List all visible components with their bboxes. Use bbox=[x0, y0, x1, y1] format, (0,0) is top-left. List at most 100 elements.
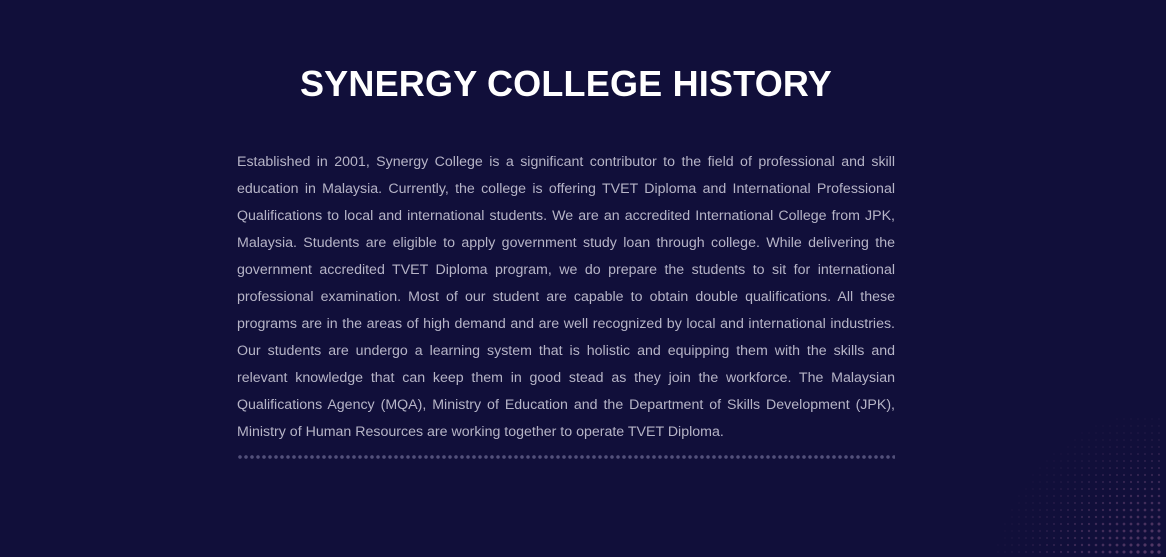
decorative-dot bbox=[1157, 466, 1161, 470]
decorative-dot bbox=[1081, 432, 1083, 434]
decorative-dot bbox=[1032, 474, 1034, 476]
decorative-dot bbox=[1136, 501, 1140, 505]
decorative-dot bbox=[1060, 453, 1062, 455]
decorative-dot bbox=[1129, 522, 1133, 526]
decorative-dot bbox=[1087, 543, 1091, 547]
decorative-dot bbox=[1143, 508, 1147, 512]
decorative-dot bbox=[1011, 530, 1013, 532]
decorative-dot bbox=[1074, 495, 1076, 497]
decorative-dot bbox=[1144, 453, 1146, 455]
decorative-dot bbox=[1150, 487, 1154, 491]
decorative-dot bbox=[1011, 509, 1013, 511]
decorative-dot bbox=[1066, 536, 1070, 540]
decorative-dot bbox=[1102, 481, 1104, 483]
history-title: SYNERGY COLLEGE HISTORY bbox=[299, 63, 833, 104]
decorative-dot bbox=[1157, 487, 1161, 491]
decorative-dot bbox=[1066, 550, 1070, 554]
decorative-dot bbox=[1011, 551, 1013, 553]
decorative-dot bbox=[1129, 480, 1133, 484]
decorative-dot bbox=[1004, 530, 1006, 532]
decorative-dot bbox=[1025, 537, 1027, 539]
decorative-dot bbox=[1059, 550, 1063, 554]
decorative-dot bbox=[1074, 474, 1076, 476]
decorative-dot bbox=[1039, 516, 1041, 518]
decorative-dot bbox=[1136, 522, 1140, 526]
decorative-dot bbox=[1053, 495, 1055, 497]
decorative-dot bbox=[1108, 529, 1112, 533]
decorative-dot bbox=[1018, 502, 1020, 504]
decorative-dot bbox=[1157, 529, 1161, 533]
decorative-dot bbox=[1157, 473, 1161, 477]
decorative-dot bbox=[1137, 453, 1139, 455]
decorative-dot bbox=[1144, 432, 1146, 434]
decorative-dot bbox=[1046, 523, 1048, 525]
decorative-dot bbox=[1122, 522, 1126, 526]
decorative-dot bbox=[1102, 446, 1104, 448]
decorative-dot bbox=[1108, 536, 1112, 540]
decorative-dot bbox=[1053, 537, 1055, 539]
decorative-dot bbox=[1018, 509, 1020, 511]
decorative-dot bbox=[1108, 543, 1112, 547]
decorative-dot bbox=[1094, 494, 1098, 498]
decorative-dot bbox=[1115, 522, 1119, 526]
decorative-dot bbox=[1059, 543, 1063, 547]
decorative-dot bbox=[1143, 529, 1147, 533]
decorative-dot bbox=[1087, 529, 1091, 533]
decorative-dot bbox=[1109, 467, 1111, 469]
decorative-dot bbox=[1108, 550, 1112, 554]
decorative-dot bbox=[1150, 529, 1154, 533]
decorative-dot bbox=[1067, 481, 1069, 483]
decorative-dot bbox=[1074, 460, 1076, 462]
decorative-dot bbox=[1137, 439, 1139, 441]
decorative-dot bbox=[1074, 439, 1076, 441]
decorative-dot bbox=[1094, 515, 1098, 519]
decorative-dot bbox=[1116, 460, 1118, 462]
decorative-dot bbox=[1087, 508, 1091, 512]
decorative-dot bbox=[1073, 543, 1077, 547]
decorative-dot bbox=[1073, 529, 1077, 533]
decorative-dot bbox=[1094, 550, 1098, 554]
decorative-dot bbox=[1130, 425, 1132, 427]
decorative-dot bbox=[1137, 446, 1139, 448]
decorative-dot bbox=[1101, 501, 1105, 505]
decorative-dot bbox=[1081, 474, 1083, 476]
decorative-dot bbox=[1060, 467, 1062, 469]
decorative-dot bbox=[1025, 495, 1027, 497]
decorative-dot bbox=[1123, 446, 1125, 448]
decorative-dot bbox=[1144, 446, 1146, 448]
decorative-dot bbox=[1095, 432, 1097, 434]
decorative-dot bbox=[1144, 425, 1146, 427]
decorative-dot bbox=[1115, 473, 1119, 477]
decorative-dot bbox=[1088, 432, 1090, 434]
decorative-dot bbox=[1081, 495, 1083, 497]
decorative-dot bbox=[1039, 474, 1041, 476]
decorative-dot bbox=[1101, 529, 1105, 533]
decorative-dot bbox=[1039, 502, 1041, 504]
decorative-dot bbox=[1116, 467, 1118, 469]
decorative-dot bbox=[1081, 488, 1083, 490]
decorative-dot bbox=[1087, 550, 1091, 554]
history-section: SYNERGY COLLEGE HISTORY Established in 2… bbox=[237, 60, 895, 446]
decorative-dot bbox=[1116, 432, 1118, 434]
decorative-dot bbox=[1108, 522, 1112, 526]
decorative-dot bbox=[1150, 515, 1154, 519]
decorative-dot bbox=[1123, 418, 1125, 420]
decorative-dot bbox=[1150, 550, 1154, 554]
decorative-dot bbox=[1067, 516, 1069, 518]
decorative-dot bbox=[1129, 536, 1133, 540]
decorative-dot bbox=[1157, 515, 1161, 519]
decorative-dot bbox=[1025, 523, 1027, 525]
decorative-dot bbox=[1053, 516, 1055, 518]
decorative-dot bbox=[1143, 536, 1147, 540]
decorative-dot bbox=[1101, 550, 1105, 554]
decorative-dot bbox=[1032, 516, 1034, 518]
decorative-dot bbox=[1025, 544, 1027, 546]
decorative-dot bbox=[1130, 460, 1132, 462]
decorative-dot bbox=[1032, 481, 1034, 483]
decorative-dot bbox=[1122, 543, 1126, 547]
decorative-dot bbox=[1073, 522, 1077, 526]
decorative-dot bbox=[1074, 453, 1076, 455]
decorative-dot bbox=[1074, 481, 1076, 483]
decorative-dot bbox=[1073, 536, 1077, 540]
decorative-dot bbox=[1130, 418, 1132, 420]
